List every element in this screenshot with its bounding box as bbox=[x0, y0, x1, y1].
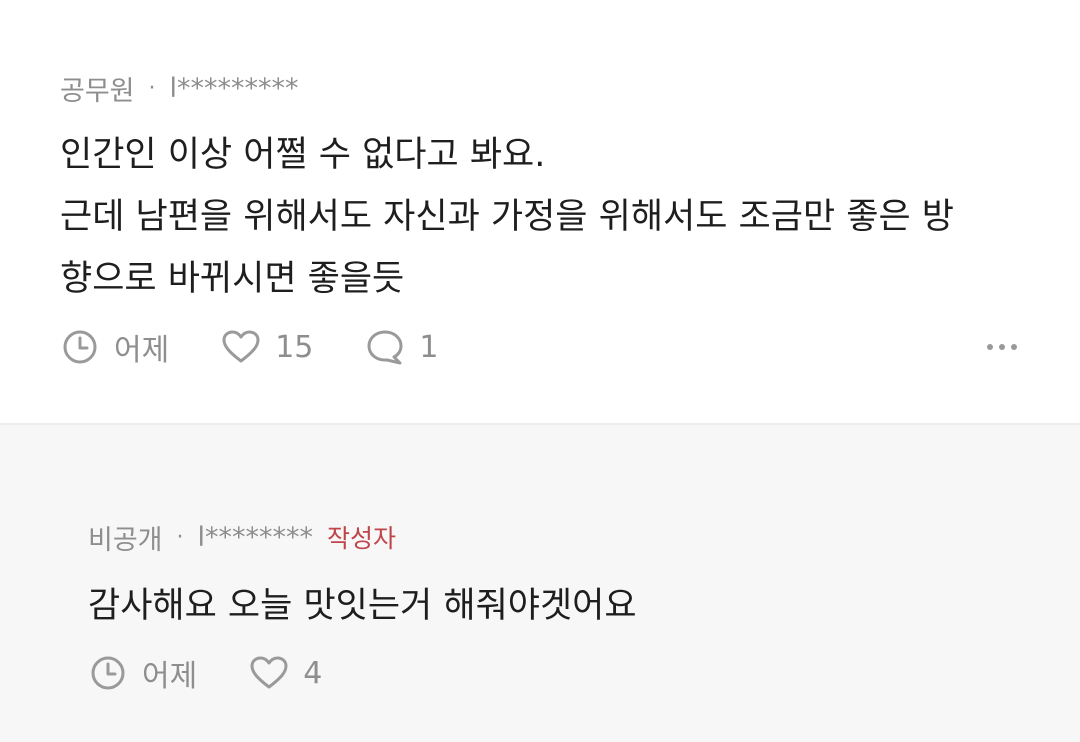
author-badge: 작성자 bbox=[327, 524, 397, 553]
comment-item: 공무원 · l********* 인간인 이상 어쩔 수 없다고 봐요. 근데 … bbox=[0, 0, 1080, 425]
clock-icon bbox=[88, 653, 128, 693]
comment-line: 향으로 바뀌시면 좋을듯 bbox=[60, 259, 405, 299]
comment-author[interactable]: 비공개 bbox=[88, 518, 163, 557]
reply-actions: 어제 4 bbox=[88, 648, 1020, 698]
heart-icon bbox=[221, 327, 261, 367]
more-horizontal-icon[interactable] bbox=[984, 332, 1020, 362]
comment-body: 인간인 이상 어쩔 수 없다고 봐요. 근데 남편을 위해서도 자신과 가정을 … bbox=[60, 124, 1020, 310]
speech-bubble-icon bbox=[365, 327, 405, 367]
comment-body: 감사해요 오늘 맛잇는거 해줘야겟어요 bbox=[88, 575, 1020, 637]
meta-separator: · bbox=[148, 75, 156, 101]
clock-icon bbox=[60, 327, 100, 367]
comment-author[interactable]: 공무원 bbox=[60, 69, 135, 108]
comment-meta: 비공개 · l******** 작성자 bbox=[88, 425, 1020, 565]
reply-count: 1 bbox=[419, 329, 439, 365]
like-count: 15 bbox=[275, 329, 314, 365]
comment-meta: 공무원 · l********* bbox=[60, 60, 1020, 116]
comment-time: 어제 bbox=[88, 651, 197, 695]
time-label: 어제 bbox=[114, 333, 170, 368]
reply-button[interactable]: 1 bbox=[365, 327, 438, 367]
heart-icon bbox=[249, 653, 289, 693]
comment-line: 감사해요 오늘 맛잇는거 해줘야겟어요 bbox=[88, 586, 637, 626]
like-button[interactable]: 15 bbox=[221, 327, 313, 367]
comment-line: 근데 남편을 위해서도 자신과 가정을 위해서도 조금만 좋은 방 bbox=[60, 197, 955, 237]
like-count: 4 bbox=[303, 655, 323, 691]
like-button[interactable]: 4 bbox=[249, 653, 322, 693]
time-label: 어제 bbox=[142, 659, 198, 694]
comment-time: 어제 bbox=[60, 325, 169, 369]
comment-line: 인간인 이상 어쩔 수 없다고 봐요. bbox=[60, 135, 546, 175]
comment-actions: 어제 15 1 bbox=[60, 322, 1020, 372]
meta-separator: · bbox=[176, 524, 184, 550]
comment-user-id: l********* bbox=[169, 72, 299, 104]
comment-user-id: l******** bbox=[197, 521, 314, 553]
